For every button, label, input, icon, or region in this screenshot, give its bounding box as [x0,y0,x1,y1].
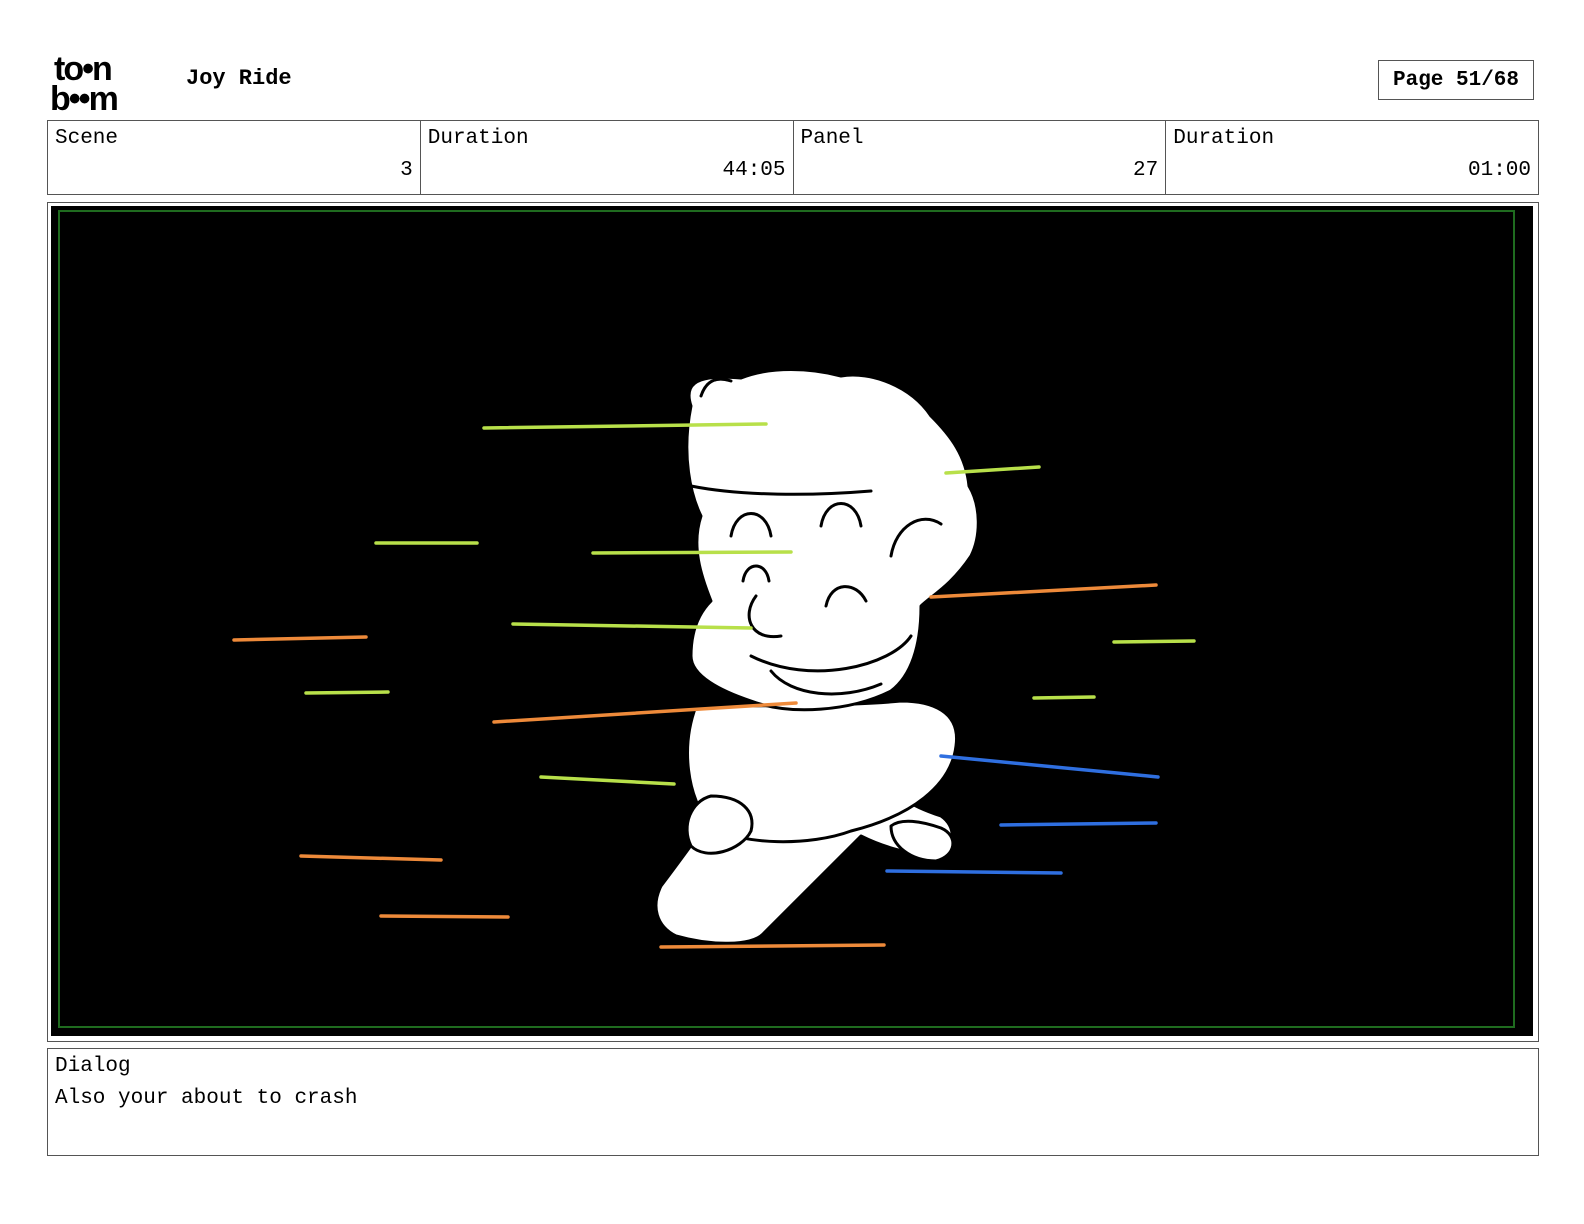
speed-line-blue-3 [885,869,1063,875]
panel-duration-value: 01:00 [1467,159,1531,182]
panel-info-row: Scene 3 Duration 44:05 Panel 27 Duration… [47,120,1539,195]
speed-line-green-8 [1032,695,1096,700]
panel-value: 27 [1133,159,1159,182]
dialog-label: Dialog [55,1055,131,1078]
page-number: Page 51/68 [1378,60,1534,100]
scene-duration-cell: Duration 44:05 [421,121,794,194]
scene-label: Scene [55,127,119,150]
scene-value: 3 [400,159,413,182]
scene-duration-value: 44:05 [722,159,786,182]
speed-line-orange-5 [379,914,510,919]
logo-line-2: b••m [50,80,118,114]
speed-line-green-6 [1112,639,1196,644]
project-title: Joy Ride [186,66,292,91]
toon-boom-logo: to•n b••m [50,50,120,114]
scene-duration-label: Duration [427,127,529,150]
speed-line-orange-6 [659,943,886,949]
dialog-box: Dialog Also your about to crash [47,1048,1539,1156]
panel-label: Panel [800,127,864,150]
storyboard-panel-frame [47,202,1539,1042]
storyboard-panel-image [51,206,1533,1036]
scene-cell: Scene 3 [48,121,421,194]
speed-line-blue-2 [999,821,1158,827]
panel-duration-label: Duration [1173,127,1275,150]
dialog-text: Also your about to crash [55,1087,358,1110]
speed-line-green-7 [304,690,390,695]
panel-cell: Panel 27 [794,121,1167,194]
panel-duration-cell: Duration 01:00 [1166,121,1538,194]
speed-line-green-4 [591,550,793,555]
